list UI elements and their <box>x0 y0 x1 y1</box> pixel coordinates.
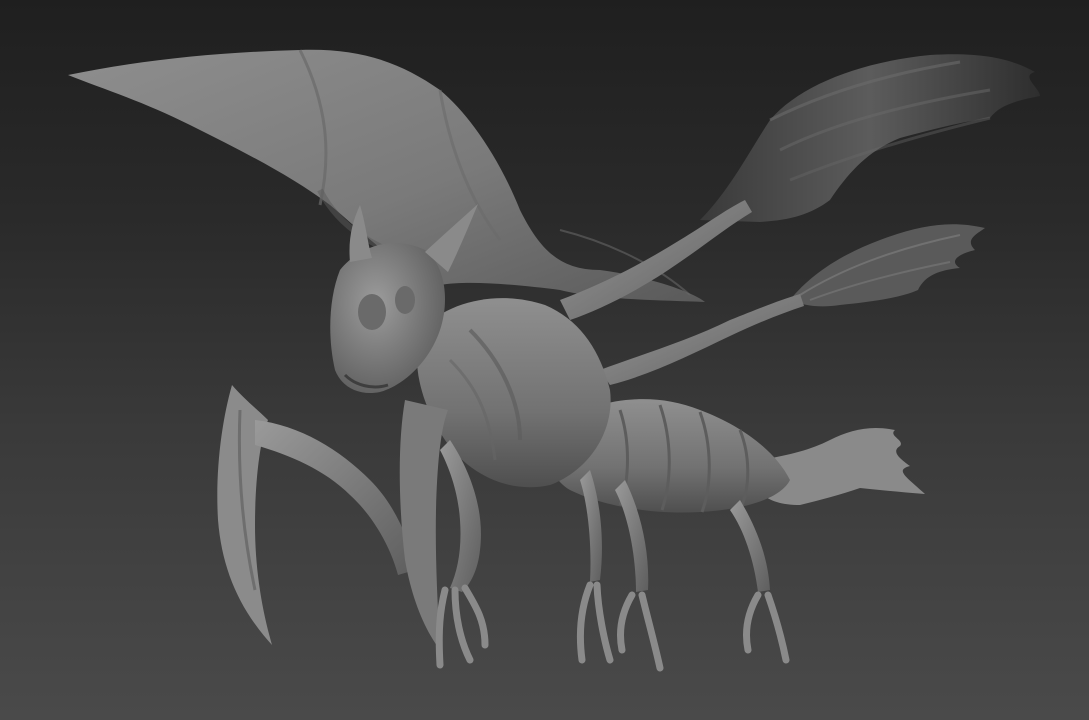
left-scythe-arm <box>217 385 415 645</box>
3d-viewport[interactable] <box>0 0 1089 720</box>
right-upper-wing-arm <box>560 200 752 320</box>
right-lower-wing-arm <box>600 294 804 385</box>
tail <box>760 428 925 505</box>
rear-leg <box>730 500 790 664</box>
front-leg <box>435 440 489 669</box>
right-lower-wing <box>790 224 985 307</box>
right-upper-wing <box>700 54 1040 223</box>
creature-model[interactable] <box>0 0 1089 720</box>
